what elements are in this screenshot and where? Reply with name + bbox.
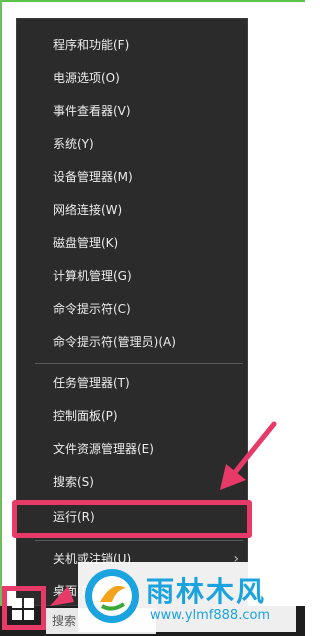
menu-item-task-manager[interactable]: 任务管理器(T) xyxy=(17,367,247,399)
menu-item-device-manager[interactable]: 设备管理器(M) xyxy=(17,161,247,193)
start-button-highlight-box xyxy=(2,586,46,630)
menu-item-command-prompt-admin[interactable]: 命令提示符(管理员)(A) xyxy=(17,326,247,358)
menu-item-system[interactable]: 系统(Y) xyxy=(17,128,247,160)
watermark-url: www.ylmf888.com xyxy=(150,608,271,623)
watermark-title: 雨林木风 xyxy=(146,575,267,608)
menu-item-disk-management[interactable]: 磁盘管理(K) xyxy=(17,227,247,259)
watermark: 雨林木风 www.ylmf888.com xyxy=(78,562,296,632)
menu-item-network-connections[interactable]: 网络连接(W) xyxy=(17,194,247,226)
background-edge xyxy=(0,0,305,2)
ylmf-logo-icon xyxy=(85,569,139,623)
menu-item-power-options[interactable]: 电源选项(O) xyxy=(17,62,247,94)
menu-separator xyxy=(35,540,243,541)
menu-separator xyxy=(35,363,243,364)
annotation-arrow xyxy=(220,421,277,490)
run-highlight-box xyxy=(12,500,252,538)
menu-item-programs-features[interactable]: 程序和功能(F) xyxy=(17,29,247,61)
menu-item-computer-management[interactable]: 计算机管理(G) xyxy=(17,260,247,292)
background-edge-left xyxy=(0,0,2,636)
menu-item-command-prompt[interactable]: 命令提示符(C) xyxy=(17,293,247,325)
menu-item-event-viewer[interactable]: 事件查看器(V) xyxy=(17,95,247,127)
